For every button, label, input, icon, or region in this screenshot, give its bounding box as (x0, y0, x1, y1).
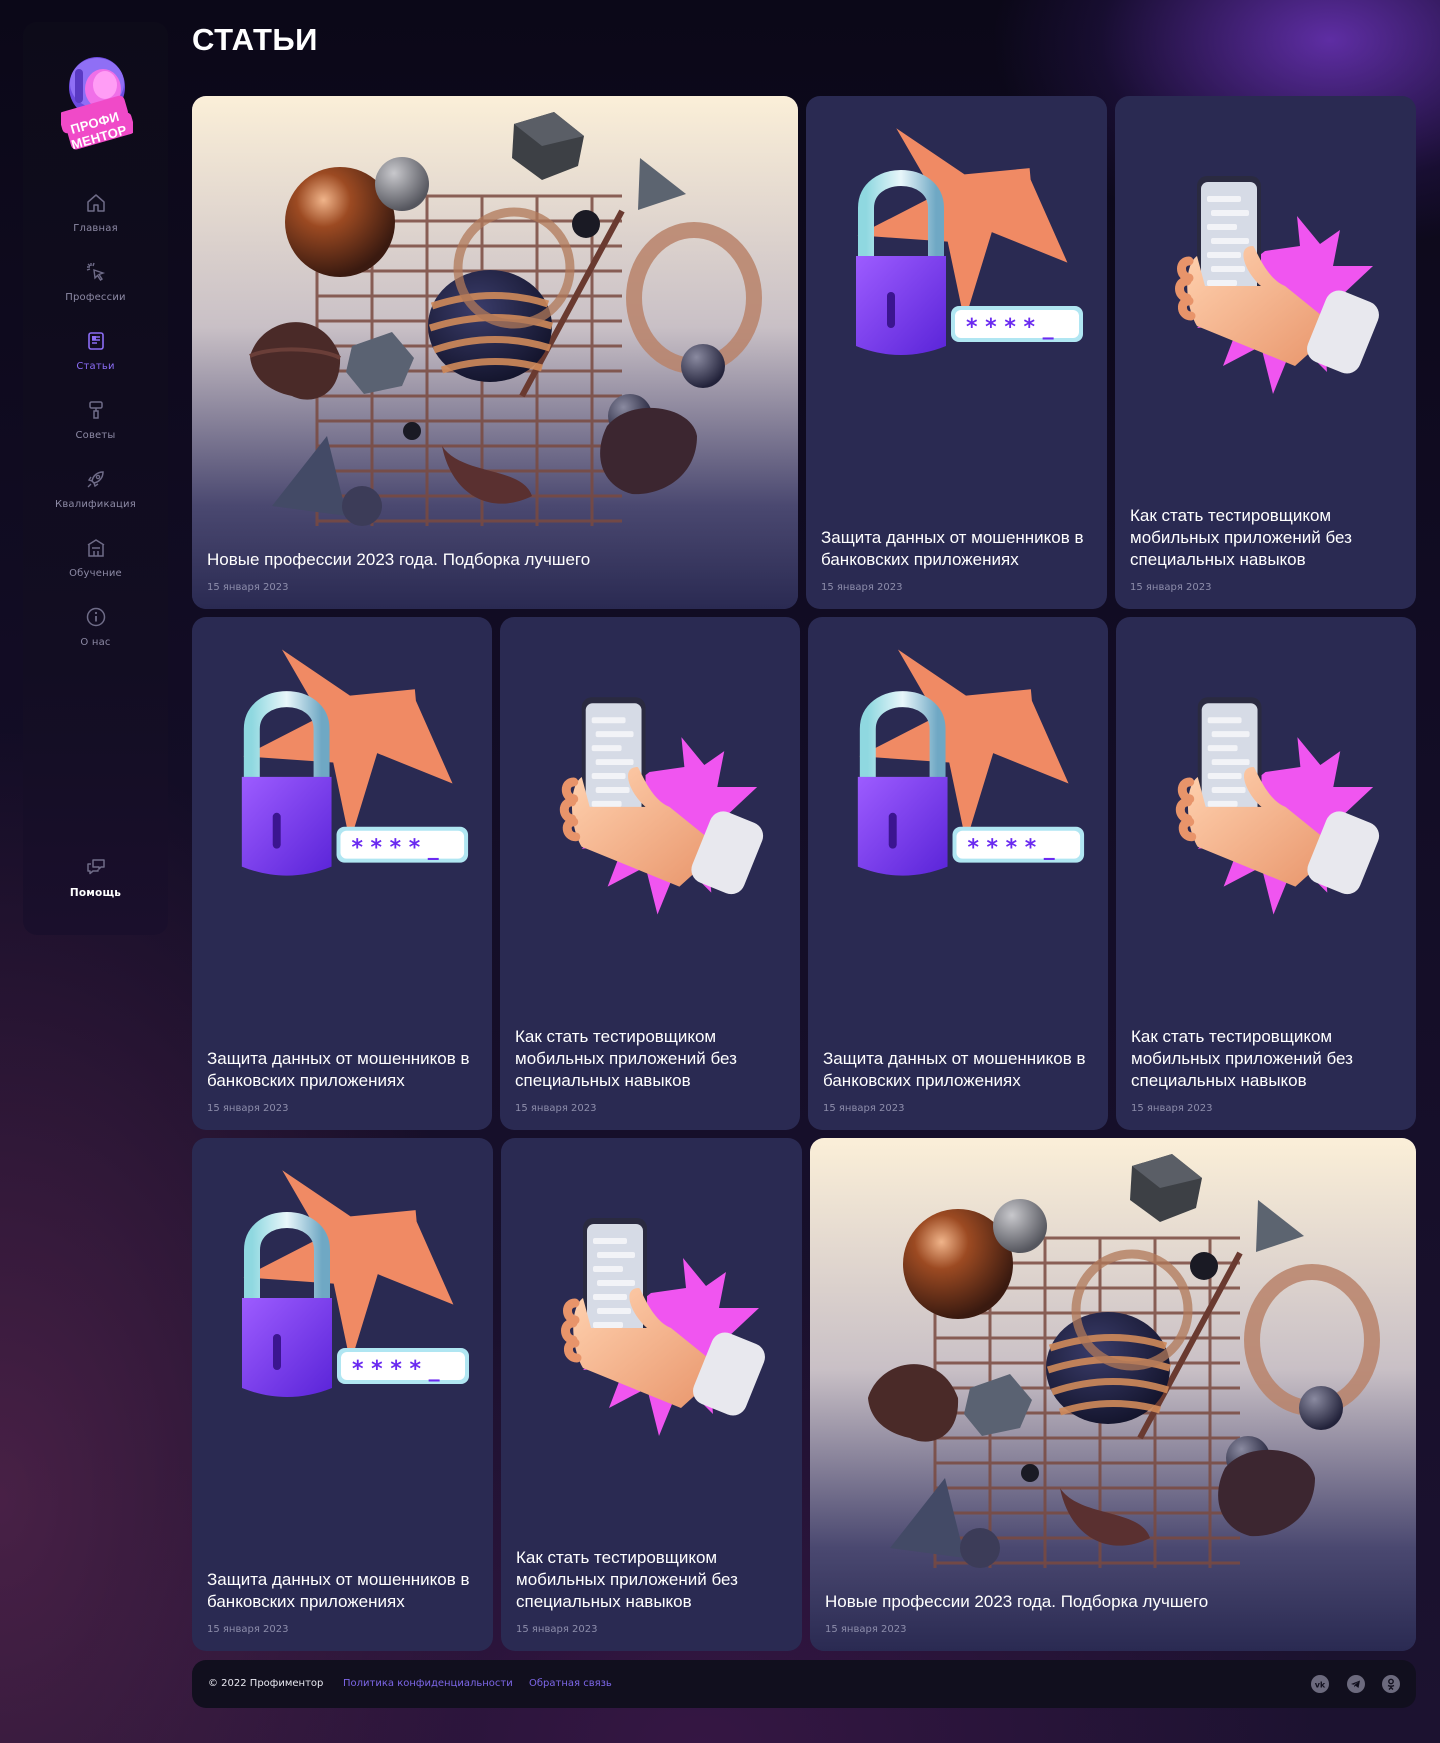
sidebar-item-help[interactable]: Помощь (23, 856, 168, 899)
article-date: 15 января 2023 (207, 582, 289, 593)
article-card[interactable]: * * * * _ Защита данных от мошенников в … (806, 96, 1107, 609)
article-date: 15 января 2023 (515, 1103, 597, 1114)
sidebar-item-education[interactable]: Обучение (23, 537, 168, 579)
footer: © 2022 Профиментор Политика конфиденциал… (192, 1660, 1416, 1708)
svg-text:vk: vk (1315, 1681, 1326, 1690)
article-card[interactable]: Новые профессии 2023 года. Подборка лучш… (810, 1138, 1416, 1651)
article-title: Защита данных от мошенников в банковских… (821, 528, 1084, 569)
telegram-icon[interactable] (1347, 1675, 1365, 1693)
article-date: 15 января 2023 (823, 1103, 905, 1114)
article-date: 15 января 2023 (207, 1103, 289, 1114)
vk-icon[interactable]: vk (1311, 1675, 1329, 1693)
sidebar-item-label: Профессии (65, 292, 126, 303)
sidebar-item-professions[interactable]: Профессии (23, 261, 168, 303)
padlock-password-image: * * * * _ (856, 128, 1083, 355)
article-title: Защита данных от мошенников в банковских… (207, 1049, 470, 1090)
article-date: 15 января 2023 (825, 1624, 907, 1635)
article-title: Новые профессии 2023 года. Подборка лучш… (207, 550, 591, 569)
sidebar-item-label: Помощь (69, 887, 122, 899)
svg-text:* * * * _: * * * * _ (967, 836, 1054, 861)
svg-text:* * * * _: * * * * _ (966, 315, 1054, 340)
page-title: СТАТЬИ (192, 22, 318, 57)
hand-phone-image (1175, 697, 1380, 915)
article-date: 15 января 2023 (1131, 1103, 1213, 1114)
abstract-3d-shapes-image (810, 1138, 1416, 1651)
hand-phone-image (559, 697, 764, 915)
padlock-password-image: * * * * _ (857, 649, 1085, 876)
privacy-link[interactable]: Политика конфиденциальности (343, 1678, 513, 1689)
sidebar-item-label: О нас (80, 637, 111, 648)
info-icon (86, 607, 105, 627)
svg-text:* * * * _: * * * * _ (352, 1357, 440, 1382)
sidebar-item-tips[interactable]: Советы (23, 399, 168, 441)
article-title: Как стать тестировщиком мобильных прилож… (515, 1027, 737, 1090)
sidebar-item-home[interactable]: Главная (23, 192, 168, 234)
article-card[interactable]: Как стать тестировщиком мобильных прилож… (1116, 617, 1416, 1130)
sidebar-item-label: Статьи (76, 361, 115, 372)
article-title: Как стать тестировщиком мобильных прилож… (516, 1548, 738, 1611)
chat-icon (86, 859, 105, 875)
article-title: Как стать тестировщиком мобильных прилож… (1130, 506, 1352, 569)
sidebar: ПРОФИ МЕНТОР Главная Профессии Статьи Со… (23, 22, 168, 935)
padlock-password-image: * * * * _ (241, 649, 469, 876)
sidebar-item-label: Обучение (69, 568, 122, 579)
sidebar-item-label: Главная (73, 223, 118, 234)
article-title: Защита данных от мошенников в банковских… (823, 1049, 1086, 1090)
home-icon (86, 194, 105, 212)
padlock-password-image: * * * * _ (242, 1170, 469, 1397)
feedback-link[interactable]: Обратная связь (529, 1678, 612, 1689)
article-date: 15 января 2023 (821, 582, 903, 593)
article-card[interactable]: Как стать тестировщиком мобильных прилож… (1115, 96, 1416, 609)
copyright: © 2022 Профиментор (208, 1678, 324, 1689)
article-title: Защита данных от мошенников в банковских… (207, 1570, 470, 1611)
cursor-click-icon (86, 262, 105, 281)
sidebar-item-articles[interactable]: Статьи (23, 330, 168, 372)
abstract-3d-shapes-image (192, 96, 798, 609)
brush-icon (88, 401, 103, 419)
hand-phone-image (1175, 176, 1379, 394)
sidebar-item-qualification[interactable]: Квалификация (23, 468, 168, 510)
article-date: 15 января 2023 (207, 1624, 289, 1635)
building-icon (87, 539, 104, 557)
article-date: 15 января 2023 (516, 1624, 598, 1635)
article-card[interactable]: Как стать тестировщиком мобильных прилож… (500, 617, 800, 1130)
rocket-icon (87, 471, 104, 488)
article-card[interactable]: * * * * _ Защита данных от мошенников в … (192, 1138, 493, 1651)
hand-phone-image (561, 1218, 765, 1436)
svg-text:* * * * _: * * * * _ (351, 836, 438, 861)
article-card[interactable]: * * * * _ Защита данных от мошенников в … (808, 617, 1108, 1130)
article-title: Как стать тестировщиком мобильных прилож… (1131, 1027, 1353, 1090)
article-card[interactable]: Как стать тестировщиком мобильных прилож… (501, 1138, 802, 1651)
logo[interactable]: ПРОФИ МЕНТОР (58, 47, 135, 169)
article-card[interactable]: Новые профессии 2023 года. Подборка лучш… (192, 96, 798, 609)
article-card[interactable]: * * * * _ Защита данных от мошенников в … (192, 617, 492, 1130)
sidebar-item-label: Квалификация (55, 499, 136, 510)
sidebar-item-about[interactable]: О нас (23, 606, 168, 648)
odnoklassniki-icon[interactable] (1382, 1675, 1400, 1693)
article-icon (87, 332, 104, 350)
sidebar-item-label: Советы (75, 430, 116, 441)
article-title: Новые профессии 2023 года. Подборка лучш… (825, 1592, 1209, 1611)
article-date: 15 января 2023 (1130, 582, 1212, 593)
